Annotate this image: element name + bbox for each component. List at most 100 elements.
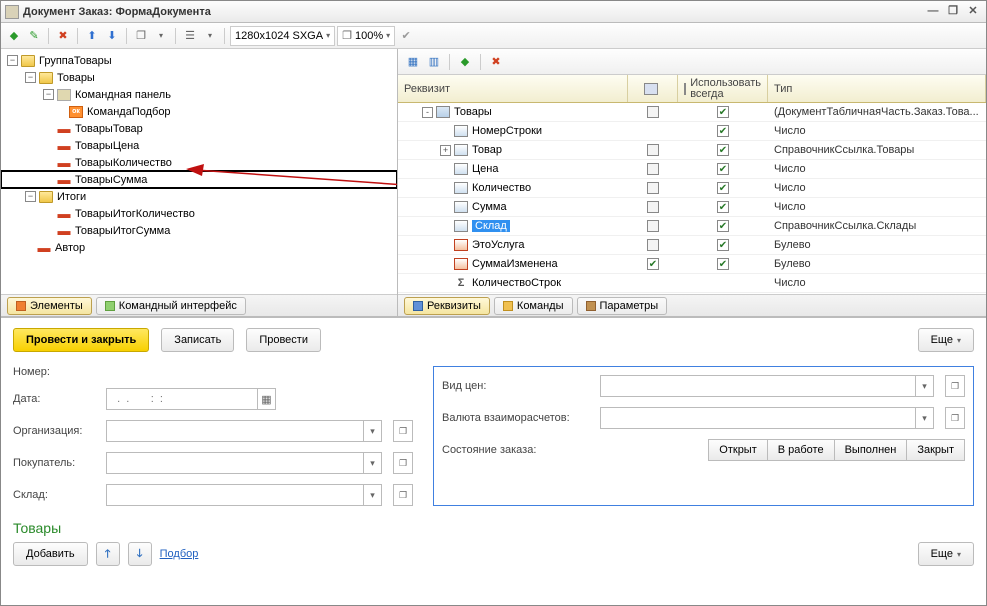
move-down-button[interactable]: 🡓: [128, 542, 152, 566]
grid-row[interactable]: -Товары✔(ДокументТабличнаяЧасть.Заказ.То…: [398, 103, 986, 122]
checkbox[interactable]: [647, 106, 659, 118]
warehouse-input[interactable]: [107, 489, 363, 501]
checkbox[interactable]: ✔: [647, 258, 659, 270]
toggle-icon[interactable]: -: [422, 107, 433, 118]
checkbox[interactable]: [647, 201, 659, 213]
checkbox[interactable]: ✔: [717, 144, 729, 156]
pricetype-input[interactable]: [601, 380, 915, 392]
checkbox[interactable]: ✔: [717, 106, 729, 118]
seg-in-work[interactable]: В работе: [767, 439, 835, 461]
tree-item[interactable]: ▬ ТоварыТовар: [1, 120, 397, 137]
tree-item[interactable]: ▬ ТоварыКоличество: [1, 154, 397, 171]
add-row-button[interactable]: Добавить: [13, 542, 88, 566]
list-icon[interactable]: ☰: [181, 27, 199, 45]
buyer-field[interactable]: ▾: [106, 452, 382, 474]
post-button[interactable]: Провести: [246, 328, 321, 352]
open-icon[interactable]: ❐: [393, 452, 413, 474]
checkbox[interactable]: [647, 182, 659, 194]
tab-requisites[interactable]: Реквизиты: [404, 297, 490, 315]
grid-body[interactable]: -Товары✔(ДокументТабличнаяЧасть.Заказ.То…: [398, 103, 986, 294]
add-icon[interactable]: ◆: [5, 27, 23, 45]
pick-link[interactable]: Подбор: [160, 548, 199, 560]
down-icon[interactable]: ⬇: [103, 27, 121, 45]
open-icon[interactable]: ❐: [393, 484, 413, 506]
date-input[interactable]: [107, 393, 257, 405]
seg-closed[interactable]: Закрыт: [906, 439, 965, 461]
date-field[interactable]: ▦: [106, 388, 276, 410]
move-up-button[interactable]: 🡑: [96, 542, 120, 566]
header-requisite[interactable]: Реквизит: [398, 75, 628, 102]
maximize-button[interactable]: ❐: [944, 4, 962, 20]
checkbox[interactable]: ✔: [717, 220, 729, 232]
checkbox[interactable]: [647, 239, 659, 251]
warehouse-field[interactable]: ▾: [106, 484, 382, 506]
post-and-close-button[interactable]: Провести и закрыть: [13, 328, 149, 352]
add-icon[interactable]: ◆: [456, 53, 474, 71]
copy-dropdown-icon[interactable]: ▾: [152, 27, 170, 45]
grid-row[interactable]: ЭтоУслуга✔Булево: [398, 236, 986, 255]
toggle-icon[interactable]: −: [25, 72, 36, 83]
dropdown-icon[interactable]: ▾: [915, 375, 933, 397]
checkbox[interactable]: ✔: [717, 258, 729, 270]
list-dropdown-icon[interactable]: ▾: [201, 27, 219, 45]
minimize-button[interactable]: —: [924, 4, 942, 20]
close-button[interactable]: ✕: [964, 4, 982, 20]
tab-elements[interactable]: Элементы: [7, 297, 92, 315]
checkbox[interactable]: ✔: [717, 182, 729, 194]
tree-item[interactable]: − Товары: [1, 69, 397, 86]
open-icon[interactable]: ❐: [945, 375, 965, 397]
tab-parameters[interactable]: Параметры: [577, 297, 668, 315]
dropdown-icon[interactable]: ▾: [363, 452, 381, 474]
currency-input[interactable]: [601, 412, 915, 424]
copy-icon[interactable]: ❐: [132, 27, 150, 45]
checkbox[interactable]: [647, 144, 659, 156]
more-button[interactable]: Еще▾: [918, 328, 974, 352]
delete-icon[interactable]: ✖: [487, 53, 505, 71]
seg-open[interactable]: Открыт: [708, 439, 767, 461]
checkbox[interactable]: ✔: [717, 239, 729, 251]
grid-row[interactable]: Склад✔СправочникСсылка.Склады: [398, 217, 986, 236]
checkbox[interactable]: [647, 220, 659, 232]
tree-item[interactable]: ▬ ТоварыИтогСумма: [1, 222, 397, 239]
dropdown-icon[interactable]: ▾: [915, 407, 933, 429]
tab-command-interface[interactable]: Командный интерфейс: [96, 297, 246, 315]
grid2-icon[interactable]: ▥: [425, 53, 443, 71]
org-field[interactable]: ▾: [106, 420, 382, 442]
grid-icon[interactable]: ▦: [404, 53, 422, 71]
elements-tree[interactable]: − ГруппаТовары − Товары − Командная пане…: [1, 49, 397, 294]
grid-row[interactable]: +Товар✔СправочникСсылка.Товары: [398, 141, 986, 160]
checkbox[interactable]: ✔: [717, 163, 729, 175]
calendar-icon[interactable]: ▦: [257, 388, 275, 410]
grid-row[interactable]: ΣКоличествоСтрокЧисло: [398, 274, 986, 293]
org-input[interactable]: [107, 425, 363, 437]
currency-field[interactable]: ▾: [600, 407, 934, 429]
tree-item[interactable]: ок КомандаПодбор: [1, 103, 397, 120]
resolution-dropdown[interactable]: 1280x1024 SXGA▾: [230, 26, 335, 46]
checkbox[interactable]: [647, 163, 659, 175]
open-icon[interactable]: ❐: [393, 420, 413, 442]
edit-icon[interactable]: ✎: [25, 27, 43, 45]
grid-row[interactable]: НомерСтроки✔Число: [398, 122, 986, 141]
buyer-input[interactable]: [107, 457, 363, 469]
toggle-icon[interactable]: −: [25, 191, 36, 202]
tree-item[interactable]: ▬ ТоварыИтогКоличество: [1, 205, 397, 222]
dropdown-icon[interactable]: ▾: [363, 484, 381, 506]
grid-row[interactable]: Количество✔Число: [398, 179, 986, 198]
tab-commands[interactable]: Команды: [494, 297, 573, 315]
toggle-icon[interactable]: −: [43, 89, 54, 100]
toggle-icon[interactable]: +: [440, 145, 451, 156]
tree-item[interactable]: ▬ ТоварыЦена: [1, 137, 397, 154]
save-button[interactable]: Записать: [161, 328, 234, 352]
tree-item[interactable]: ▬ Автор: [1, 239, 397, 256]
tree-item[interactable]: − Командная панель: [1, 86, 397, 103]
tree-item-selected[interactable]: ▬ ТоварыСумма: [1, 171, 397, 188]
checkbox[interactable]: ✔: [717, 125, 729, 137]
toggle-icon[interactable]: −: [7, 55, 18, 66]
header-use-always[interactable]: Использовать всегда: [678, 75, 768, 102]
open-icon[interactable]: ❐: [945, 407, 965, 429]
grid-row[interactable]: Сумма✔Число: [398, 198, 986, 217]
check-icon[interactable]: ✔: [397, 27, 415, 45]
grid-row[interactable]: СуммаИзменена✔✔Булево: [398, 255, 986, 274]
checkbox[interactable]: ✔: [717, 201, 729, 213]
grid-row[interactable]: Цена✔Число: [398, 160, 986, 179]
